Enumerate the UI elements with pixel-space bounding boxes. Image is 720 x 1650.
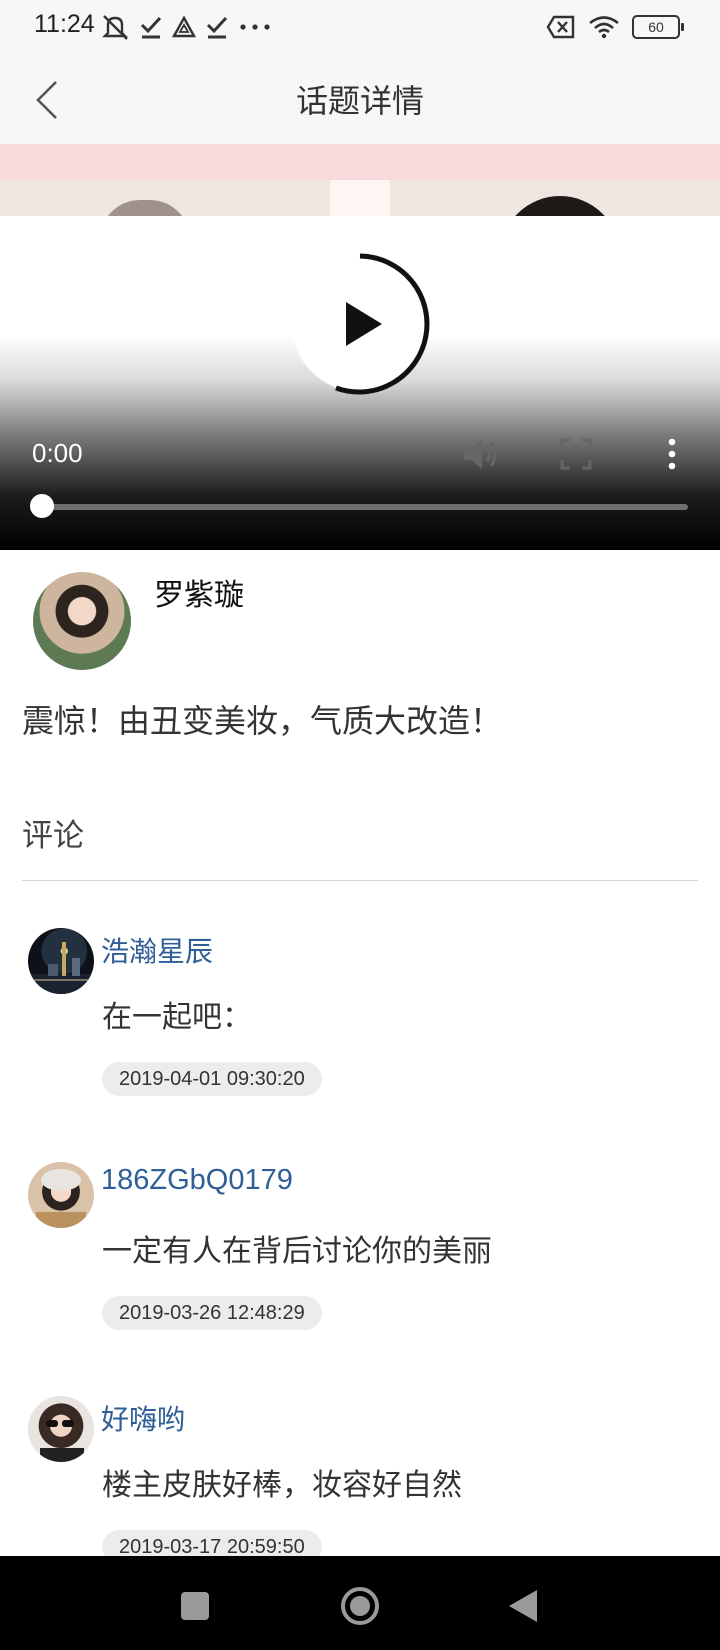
system-back-button[interactable] bbox=[495, 1576, 555, 1636]
home-icon bbox=[341, 1587, 379, 1625]
status-bar: 11:24 60 bbox=[0, 0, 720, 54]
more-vertical-icon bbox=[668, 438, 676, 470]
comments-title: 评论 bbox=[22, 818, 84, 854]
video-thumbnail-strip bbox=[0, 144, 720, 216]
commenter-name[interactable]: 浩瀚星辰 bbox=[101, 930, 213, 970]
mute-icon bbox=[102, 15, 128, 40]
city-night-image bbox=[28, 942, 94, 994]
video-progress-bar[interactable] bbox=[42, 504, 688, 510]
author-avatar[interactable] bbox=[33, 572, 131, 670]
status-icons-right: 60 bbox=[546, 8, 684, 46]
check-icon bbox=[206, 16, 228, 39]
more-dots-icon bbox=[240, 24, 270, 30]
portrait-image bbox=[40, 1420, 84, 1462]
recent-apps-icon bbox=[181, 1592, 209, 1620]
commenter-avatar[interactable] bbox=[28, 928, 94, 994]
divider bbox=[22, 880, 698, 881]
comment-timestamp: 2019-03-26 12:48:29 bbox=[102, 1296, 322, 1330]
sim-off-icon bbox=[546, 15, 575, 39]
back-triangle-icon bbox=[509, 1590, 537, 1622]
status-icons-left bbox=[100, 8, 272, 46]
fullscreen-icon bbox=[560, 438, 592, 470]
author-name[interactable]: 罗紫璇 bbox=[154, 570, 244, 614]
play-icon bbox=[292, 253, 430, 395]
comment-text: 楼主皮肤好棒，妆容好自然 bbox=[102, 1468, 462, 1503]
comment-text: 在一起吧： bbox=[102, 1000, 252, 1035]
wifi-icon bbox=[589, 16, 619, 39]
thumbnail-panel bbox=[330, 180, 390, 216]
video-player[interactable]: 0:00 bbox=[0, 216, 720, 550]
commenter-avatar[interactable] bbox=[28, 1162, 94, 1228]
video-current-time: 0:00 bbox=[32, 438, 83, 468]
recent-apps-button[interactable] bbox=[165, 1576, 225, 1636]
status-time: 11:24 bbox=[34, 10, 95, 38]
post-text: 震惊！由丑变美妆，气质大改造！ bbox=[22, 702, 503, 740]
system-nav-bar bbox=[0, 1556, 720, 1650]
triangle-alert-icon bbox=[172, 15, 196, 38]
volume-icon bbox=[464, 439, 497, 469]
volume-button[interactable] bbox=[458, 434, 502, 474]
home-button[interactable] bbox=[330, 1576, 390, 1636]
more-options-button[interactable] bbox=[660, 434, 684, 474]
fullscreen-button[interactable] bbox=[556, 434, 596, 474]
check-icon bbox=[140, 16, 162, 39]
page-title: 话题详情 bbox=[295, 82, 424, 120]
comment-item: 186ZGbQ0179 一定有人在背后讨论你的美丽 2019-03-26 12:… bbox=[0, 1162, 720, 1362]
comment-text: 一定有人在背后讨论你的美丽 bbox=[102, 1234, 492, 1269]
thumbnail-figure bbox=[100, 200, 190, 216]
commenter-name[interactable]: 好嗨哟 bbox=[101, 1398, 185, 1438]
selfie-image bbox=[36, 1169, 86, 1228]
app-header: 话题详情 bbox=[0, 54, 720, 144]
thumbnail-figure bbox=[500, 196, 620, 216]
battery-icon: 60 bbox=[632, 15, 684, 39]
video-progress-handle[interactable] bbox=[30, 494, 54, 518]
commenter-avatar[interactable] bbox=[28, 1396, 94, 1462]
comment-timestamp: 2019-04-01 09:30:20 bbox=[102, 1062, 322, 1096]
commenter-name[interactable]: 186ZGbQ0179 bbox=[101, 1164, 293, 1197]
play-button[interactable] bbox=[288, 252, 432, 396]
comment-item: 浩瀚星辰 在一起吧： 2019-04-01 09:30:20 bbox=[0, 928, 720, 1128]
